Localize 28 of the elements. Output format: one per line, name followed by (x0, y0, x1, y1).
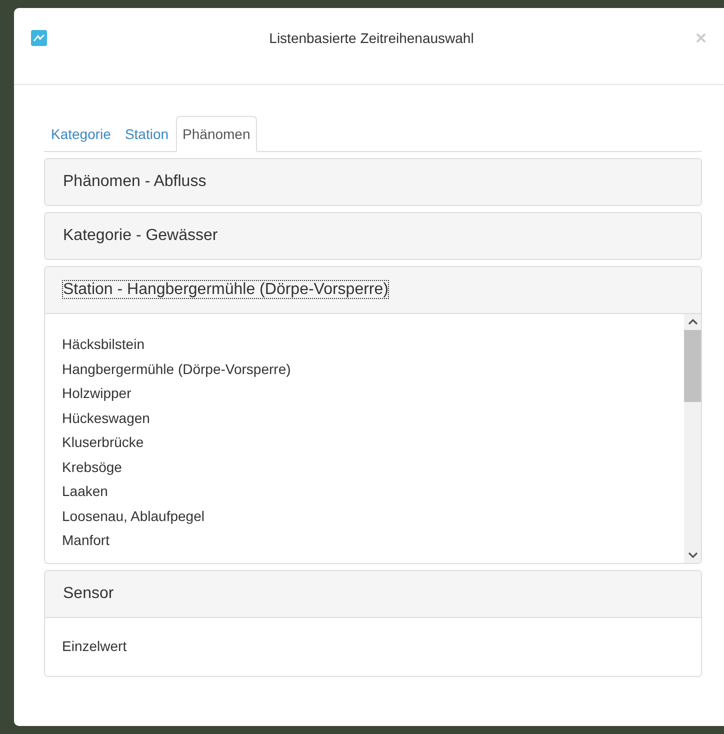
panel-title[interactable]: Station - Hangbergermühle (Dörpe-Vorsperre) (62, 280, 390, 299)
scroll-down-icon[interactable] (686, 550, 698, 558)
list-item[interactable]: Hückeswagen (62, 406, 667, 430)
scrollbar[interactable] (684, 314, 701, 562)
list-item[interactable]: Holzwipper (62, 381, 667, 406)
panel-header[interactable]: Kategorie - Gewässer (45, 213, 701, 259)
list-item[interactable]: Einzelwert (62, 634, 684, 658)
tab[interactable]: Kategorie (44, 116, 118, 152)
list-item[interactable]: Häcksbilstein (62, 332, 667, 356)
panel-header[interactable]: Phänomen - Abfluss (45, 159, 701, 205)
list-item[interactable]: Loosenau, Ablaufpegel (62, 504, 667, 528)
scrollbar-thumb[interactable] (684, 330, 701, 402)
list-item[interactable]: Krebsöge (62, 454, 667, 479)
list-item[interactable]: Laaken (62, 479, 667, 504)
close-icon[interactable] (696, 33, 706, 43)
scroll-up-icon[interactable] (686, 318, 698, 326)
panel-header[interactable]: Station - Hangbergermühle (Dörpe-Vorsperre) (45, 267, 701, 313)
panel-header[interactable]: Sensor (45, 570, 701, 616)
panel-title[interactable]: Phänomen - Abfluss (62, 172, 208, 191)
tab[interactable]: Phänomen (176, 116, 258, 152)
list-item[interactable]: Hangbergermühle (Dörpe-Vorsperre) (62, 356, 667, 381)
window-title: Listenbasierte Zeitreihenauswahl (268, 30, 475, 46)
panel-title[interactable]: Kategorie - Gewässer (62, 226, 219, 245)
tab[interactable]: Station (118, 116, 176, 152)
app-logo-icon (31, 30, 47, 46)
list-item[interactable]: Manfort (62, 528, 667, 552)
panel-title[interactable]: Sensor (62, 584, 115, 602)
list-item[interactable]: Kluserbrücke (62, 430, 667, 454)
